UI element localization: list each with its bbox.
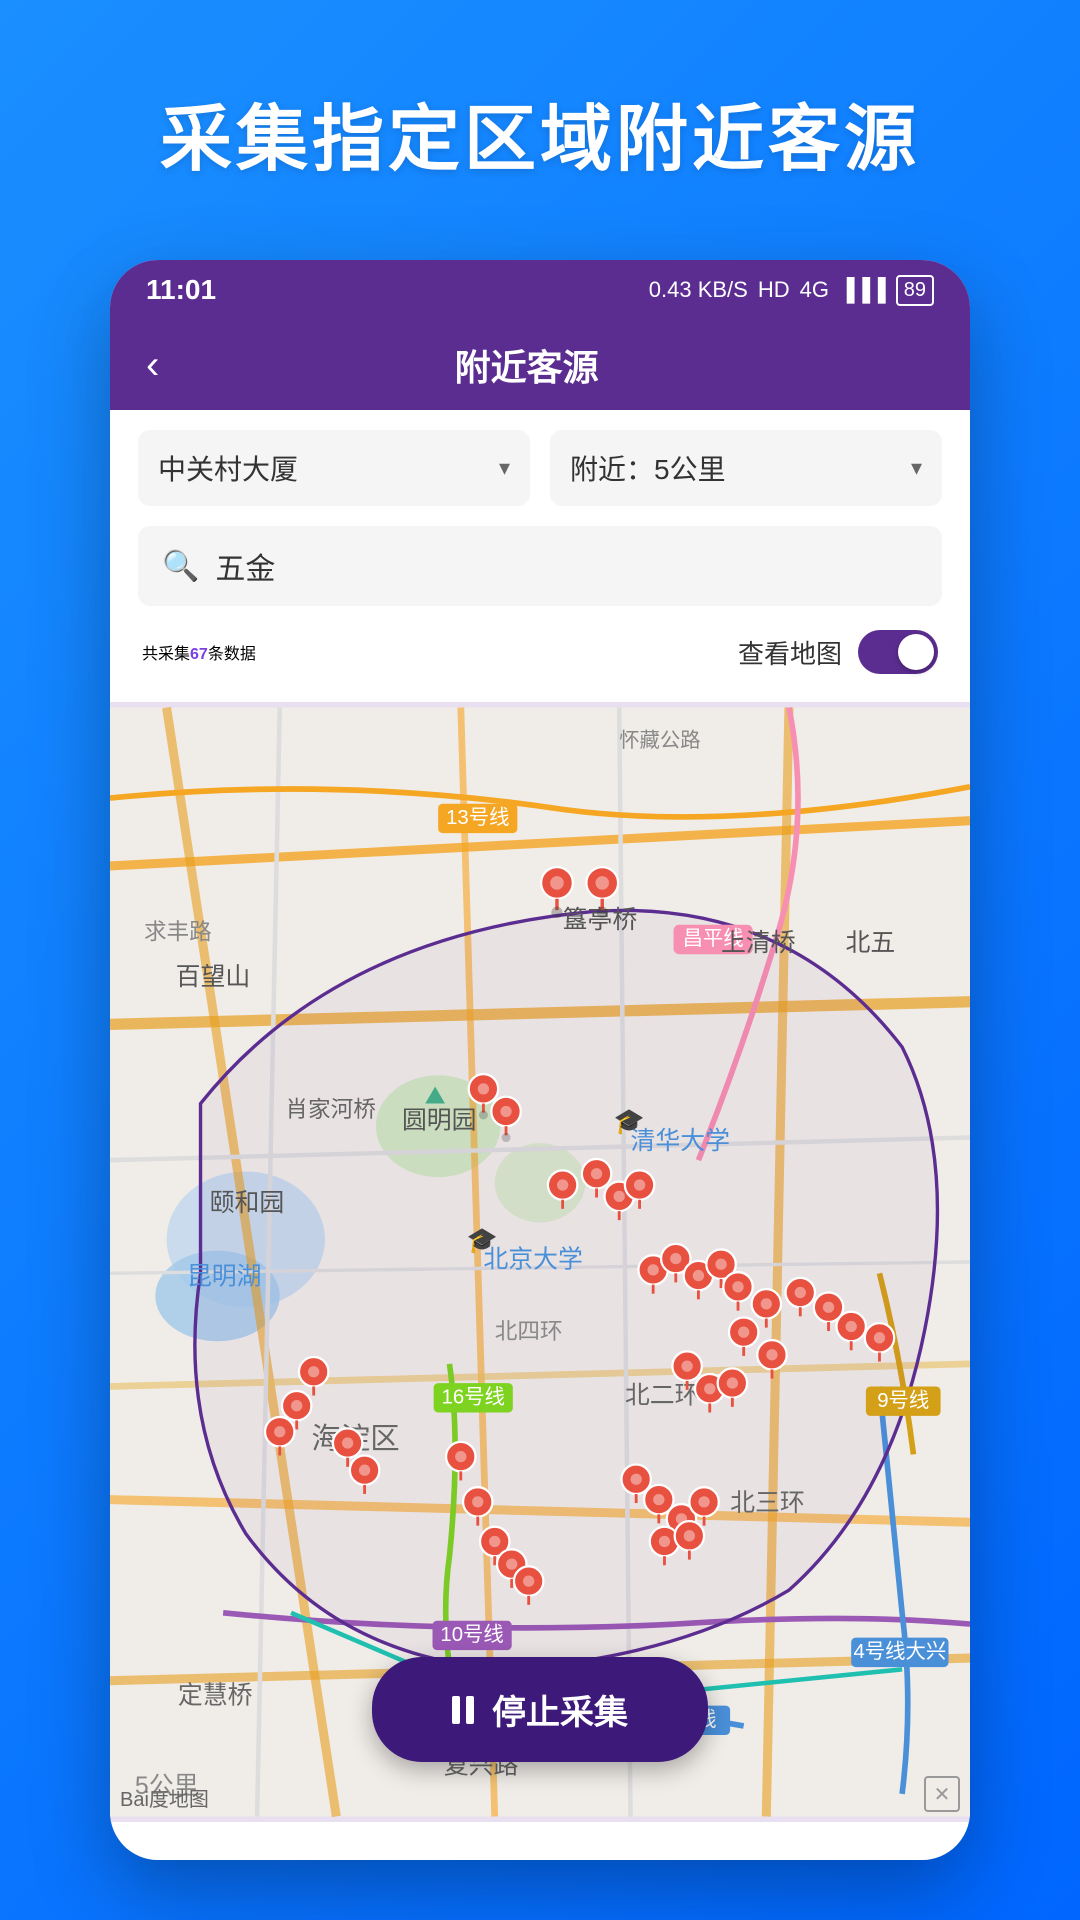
svg-text:北京大学: 北京大学 — [483, 1246, 582, 1274]
svg-text:13号线: 13号线 — [446, 806, 509, 829]
svg-text:9号线: 9号线 — [877, 1389, 929, 1412]
search-icon: 🔍 — [162, 549, 199, 584]
svg-text:⛰: ⛰ — [425, 1082, 446, 1110]
search-input[interactable]: 五金 — [215, 544, 918, 588]
svg-text:16号线: 16号线 — [442, 1385, 505, 1408]
controls-panel: 中关村大厦 ▾ 附近：5公里 ▾ 🔍 五金 共采集67条数据 查看地图 — [110, 410, 970, 702]
map-label: 查看地图 — [738, 634, 842, 671]
status-speed: 0.43 KB/S — [649, 277, 748, 303]
svg-text:怀藏公路: 怀藏公路 — [619, 729, 700, 752]
stats-row: 共采集67条数据 查看地图 — [138, 622, 942, 682]
svg-text:4号线大兴: 4号线大兴 — [853, 1640, 946, 1663]
svg-text:10号线: 10号线 — [440, 1623, 503, 1646]
status-hd: HD — [758, 277, 790, 303]
status-time: 11:01 — [146, 274, 216, 306]
nearby-value: 附近：5公里 — [570, 448, 726, 488]
status-battery: 89 — [896, 275, 934, 306]
svg-text:北三环: 北三环 — [730, 1489, 805, 1517]
status-bar: 11:01 0.43 KB/S HD 4G ▐▐▐ 89 — [110, 260, 970, 320]
svg-text:北四环: 北四环 — [495, 1319, 563, 1344]
app-header: ‹ 附近客源 — [110, 320, 970, 410]
stop-button-label: 停止采集 — [492, 1685, 628, 1734]
stats-count: 67 — [190, 646, 208, 663]
svg-text:🎓: 🎓 — [614, 1108, 645, 1136]
location-arrow-icon: ▾ — [499, 455, 510, 481]
phone-frame: 11:01 0.43 KB/S HD 4G ▐▐▐ 89 ‹ 附近客源 中关村大… — [110, 260, 970, 1860]
nearby-arrow-icon: ▾ — [911, 455, 922, 481]
stop-collect-button[interactable]: 停止采集 — [372, 1657, 708, 1762]
location-select[interactable]: 中关村大厦 ▾ — [138, 430, 530, 506]
status-signal-icon: ▐▐▐ — [839, 277, 886, 303]
svg-text:颐和园: 颐和园 — [210, 1189, 285, 1217]
stats-suffix: 条数据 — [208, 646, 256, 663]
stats-prefix: 共采集 — [142, 646, 190, 663]
svg-text:昆明湖: 昆明湖 — [187, 1263, 262, 1291]
location-value: 中关村大厦 — [158, 448, 298, 488]
svg-text:肖家河桥: 肖家河桥 — [285, 1097, 376, 1122]
map-attribution: Bai度地图 — [120, 1783, 209, 1812]
filter-row: 中关村大厦 ▾ 附近：5公里 ▾ — [138, 430, 942, 506]
toggle-knob — [898, 634, 934, 670]
map-view-toggle[interactable] — [858, 630, 938, 674]
svg-text:上清桥: 上清桥 — [721, 929, 796, 957]
search-box[interactable]: 🔍 五金 — [138, 526, 942, 606]
page-title: 附近客源 — [179, 339, 874, 391]
map-container: 求丰路 怀藏公路 13号线 昌平线 16号线 10号线 4号线大兴 2号线 9号… — [110, 702, 970, 1822]
svg-text:百望山: 百望山 — [176, 963, 251, 991]
svg-text:圆明园: 圆明园 — [402, 1106, 477, 1134]
pause-icon — [452, 1696, 474, 1724]
back-button[interactable]: ‹ — [146, 343, 159, 388]
svg-text:定慧桥: 定慧桥 — [178, 1681, 253, 1709]
svg-text:清华大学: 清华大学 — [631, 1127, 731, 1155]
stats-text: 共采集67条数据 — [142, 640, 256, 664]
status-icons: 0.43 KB/S HD 4G ▐▐▐ 89 — [649, 275, 934, 306]
svg-text:北五: 北五 — [846, 929, 896, 957]
svg-text:求丰路: 求丰路 — [144, 920, 212, 945]
nearby-select[interactable]: 附近：5公里 ▾ — [550, 430, 942, 506]
hero-title: 采集指定区域附近客源 — [0, 0, 1080, 245]
svg-text:🎓: 🎓 — [466, 1226, 497, 1254]
map-close-icon[interactable]: ✕ — [924, 1776, 960, 1812]
map-svg: 求丰路 怀藏公路 13号线 昌平线 16号线 10号线 4号线大兴 2号线 9号… — [110, 702, 970, 1822]
map-toggle-area: 查看地图 — [738, 630, 938, 674]
status-network: 4G — [800, 277, 829, 303]
